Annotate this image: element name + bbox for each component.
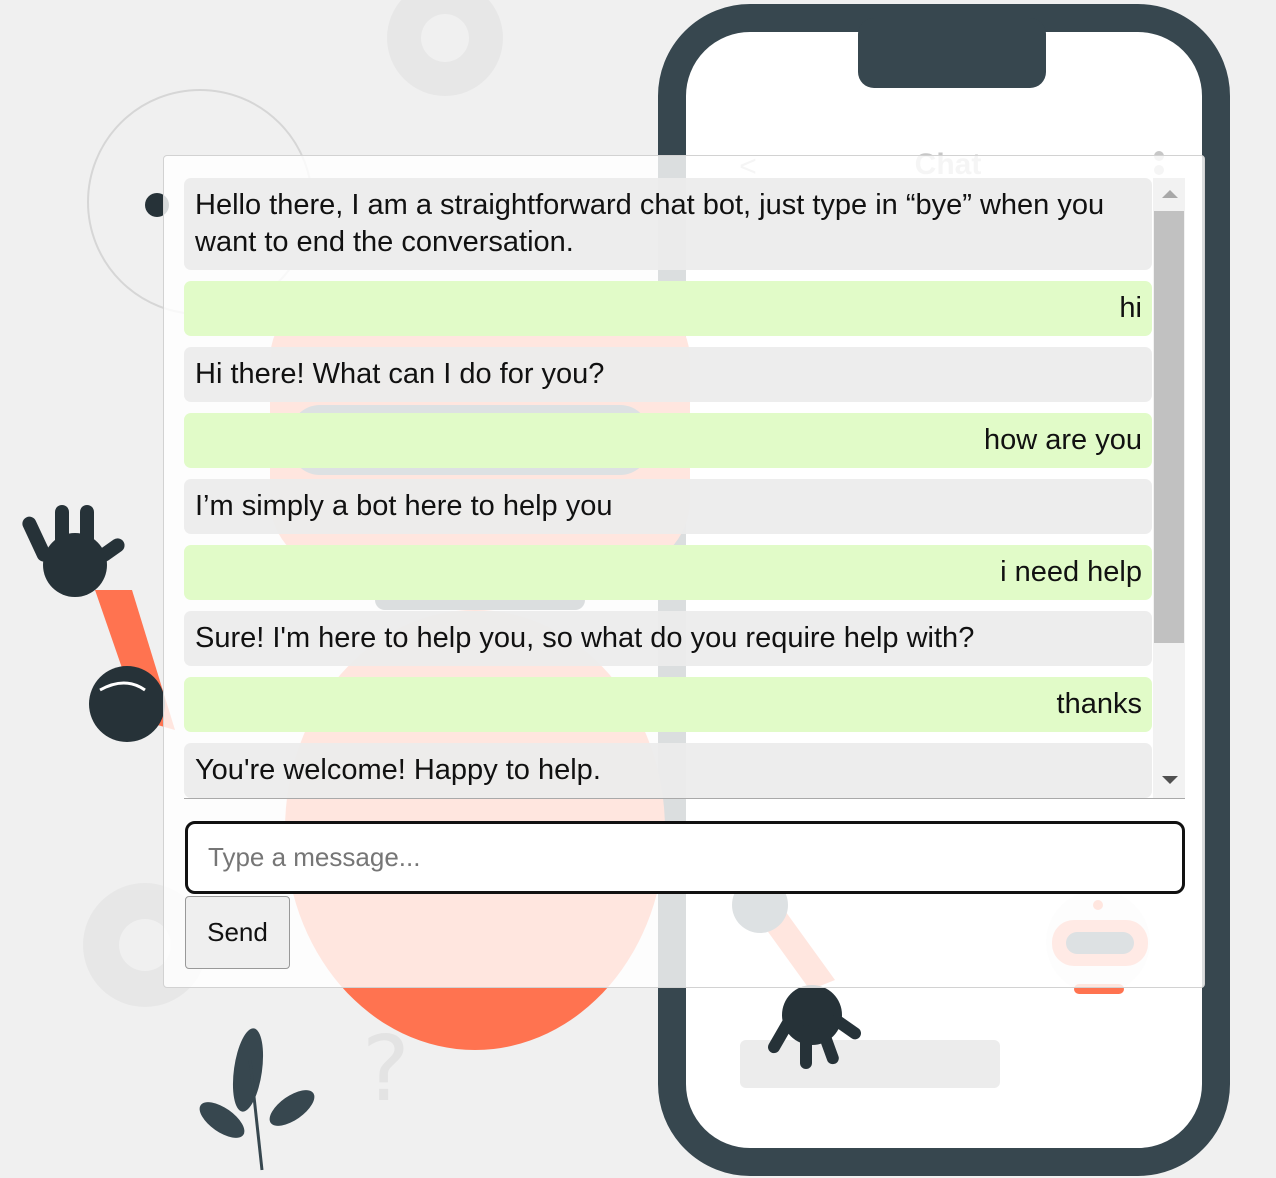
- leaf-icon: [199, 1028, 315, 1171]
- scrollbar-thumb[interactable]: [1154, 211, 1184, 643]
- scroll-down-arrow-icon[interactable]: [1162, 776, 1178, 784]
- message-list[interactable]: Hello there, I am a straightforward chat…: [184, 178, 1185, 799]
- user-message: hi: [184, 281, 1152, 336]
- message-scrollbar[interactable]: [1153, 178, 1185, 798]
- scroll-up-arrow-icon[interactable]: [1162, 190, 1178, 198]
- user-message: how are you: [184, 413, 1152, 468]
- bot-message: Sure! I'm here to help you, so what do y…: [184, 611, 1152, 666]
- bot-message: Hi there! What can I do for you?: [184, 347, 1152, 402]
- chat-widget: Hello there, I am a straightforward chat…: [163, 155, 1205, 988]
- bot-message: I’m simply a bot here to help you: [184, 479, 1152, 534]
- gear-icon: [387, 0, 503, 96]
- message-input[interactable]: [185, 821, 1185, 894]
- user-message: thanks: [184, 677, 1152, 732]
- user-message: i need help: [184, 545, 1152, 600]
- send-button[interactable]: Send: [185, 896, 290, 969]
- bot-message: You're welcome! Happy to help.: [184, 743, 1152, 798]
- bot-message: Hello there, I am a straightforward chat…: [184, 178, 1152, 270]
- message-scroll-content: Hello there, I am a straightforward chat…: [184, 178, 1152, 798]
- question-mark-icon: ?: [362, 1017, 410, 1122]
